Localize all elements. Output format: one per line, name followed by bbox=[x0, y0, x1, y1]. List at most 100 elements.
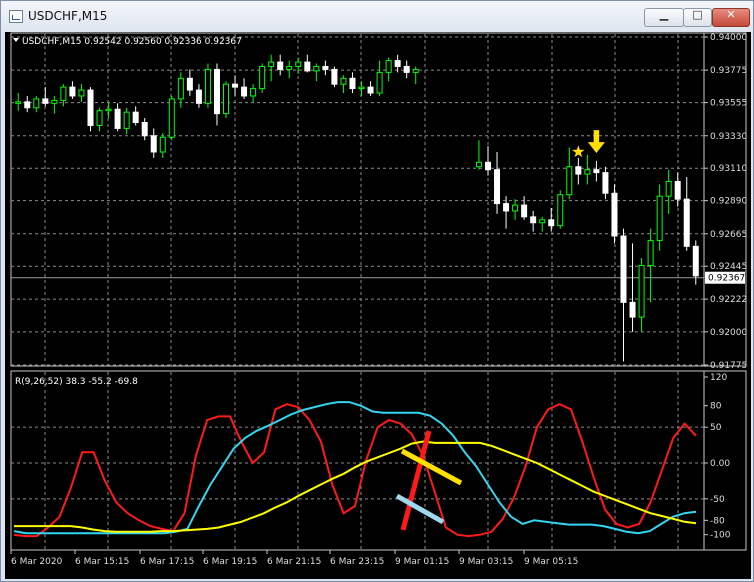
candle-body bbox=[349, 77, 356, 90]
time-tick-label: 9 Mar 03:15 bbox=[459, 557, 513, 567]
chart-canvas[interactable]: 0.94000 0.93775 0.93555 0.93330 0.93110 0.928… bbox=[5, 32, 751, 579]
candle-body bbox=[376, 71, 383, 94]
candle-body bbox=[530, 216, 537, 224]
candle-body bbox=[539, 219, 546, 224]
candle-body bbox=[96, 110, 103, 126]
price-tick-label: 0.93330 bbox=[710, 132, 747, 142]
candle-body bbox=[503, 203, 510, 212]
current-price-label: 0.92367 bbox=[708, 274, 745, 284]
candle-body bbox=[358, 86, 365, 90]
down-arrow-signal-icon bbox=[587, 130, 605, 154]
candle-body bbox=[322, 65, 329, 70]
price-tick-label: 0.92665 bbox=[710, 230, 747, 240]
terminal-window: USDCHF,M15 ▁ □ ✕ 0.94000 0.93775 0.93555 0.… bbox=[0, 0, 754, 582]
price-tick-label: 0.92000 bbox=[710, 328, 747, 338]
price-tick-label: 0.92890 bbox=[710, 197, 747, 207]
candle-body bbox=[629, 301, 636, 318]
candle-body bbox=[304, 61, 311, 72]
candle-body bbox=[186, 77, 193, 91]
chart-area[interactable]: 0.94000 0.93775 0.93555 0.93330 0.93110 0.928… bbox=[5, 32, 751, 579]
osc-tick-label: 120 bbox=[710, 373, 727, 383]
candle-body bbox=[24, 101, 31, 109]
osc-tick-label: 80 bbox=[710, 402, 722, 412]
candle-body bbox=[692, 245, 699, 277]
candle-body bbox=[385, 60, 392, 73]
candle-body bbox=[340, 77, 347, 85]
candle-body bbox=[638, 264, 645, 318]
price-tick-label: 0.92445 bbox=[710, 262, 747, 272]
candle-body bbox=[241, 86, 248, 97]
candle-body bbox=[15, 101, 22, 104]
candle-body bbox=[674, 180, 681, 200]
candle-body bbox=[132, 111, 139, 124]
maximize-icon: □ bbox=[692, 8, 703, 21]
candle-body bbox=[259, 65, 266, 90]
minimize-button[interactable]: ▁ bbox=[644, 8, 684, 27]
candle-body bbox=[584, 169, 591, 175]
candle-body bbox=[367, 86, 374, 94]
candle-body bbox=[394, 60, 401, 67]
time-tick-label: 6 Mar 21:15 bbox=[267, 557, 321, 567]
candle-body bbox=[60, 86, 67, 101]
osc-tick-label: -80 bbox=[710, 516, 725, 526]
maximize-button[interactable]: □ bbox=[683, 8, 712, 27]
grid bbox=[10, 32, 747, 554]
candle-body bbox=[295, 61, 302, 67]
time-tick-label: 6 Mar 17:15 bbox=[140, 557, 194, 567]
price-tick-label: 0.91775 bbox=[710, 361, 747, 371]
title-bar[interactable]: USDCHF,M15 ▁ □ ✕ bbox=[1, 1, 753, 31]
candle-body bbox=[331, 68, 338, 85]
price-tick-label: 0.94000 bbox=[710, 33, 747, 43]
osc-tick-label: 50 bbox=[710, 423, 722, 433]
candle-body bbox=[475, 161, 482, 168]
candle-body bbox=[268, 61, 275, 67]
close-button[interactable]: ✕ bbox=[712, 8, 750, 27]
candle-body bbox=[232, 83, 239, 88]
candle-body bbox=[69, 86, 76, 97]
candle-body bbox=[286, 65, 293, 70]
oscillator-series bbox=[13, 401, 697, 538]
candle-body bbox=[611, 192, 618, 237]
price-tick-label: 0.93775 bbox=[710, 66, 747, 76]
time-tick-label: 6 Mar 19:15 bbox=[203, 557, 257, 567]
candle-body bbox=[277, 61, 284, 70]
time-tick-label: 6 Mar 23:15 bbox=[330, 557, 384, 567]
candle-body bbox=[593, 169, 600, 174]
candle-body bbox=[683, 198, 690, 247]
candle-body bbox=[159, 136, 166, 153]
chart-window-icon bbox=[9, 10, 23, 23]
close-icon: ✕ bbox=[726, 8, 736, 21]
candle-body bbox=[250, 88, 257, 97]
candle-body bbox=[412, 68, 419, 73]
candle-body bbox=[204, 68, 211, 104]
candle-body bbox=[150, 135, 157, 153]
candle-body bbox=[177, 77, 184, 100]
candle-body bbox=[87, 89, 94, 126]
candles bbox=[15, 54, 699, 362]
price-tick-label: 0.92222 bbox=[710, 295, 747, 305]
candle-body bbox=[548, 219, 555, 227]
candle-body bbox=[512, 204, 519, 212]
candle-body bbox=[494, 169, 501, 205]
indicator-header: R(9,26,52) 38.3 -55.2 -69.8 bbox=[15, 377, 138, 387]
yellow-thick-line bbox=[400, 448, 463, 486]
candle-body bbox=[195, 89, 202, 104]
candle-body bbox=[656, 195, 663, 241]
osc-tick-label: 0.00 bbox=[710, 459, 730, 469]
minimize-icon: ▁ bbox=[659, 8, 669, 21]
time-tick-label: 9 Mar 05:15 bbox=[524, 557, 578, 567]
candle-body bbox=[105, 108, 112, 112]
candle-body bbox=[123, 111, 130, 129]
oscillator-line bbox=[13, 403, 697, 538]
osc-tick-label: -50 bbox=[710, 495, 725, 505]
candle-body bbox=[557, 194, 564, 227]
candle-body bbox=[602, 172, 609, 194]
candle-body bbox=[403, 65, 410, 73]
candle-body bbox=[566, 166, 573, 196]
candle-body bbox=[620, 235, 627, 303]
axis-labels: 0.94000 0.93775 0.93555 0.93330 0.93110 0.928… bbox=[11, 33, 747, 567]
star-signal-icon bbox=[572, 145, 585, 158]
price-tick-label: 0.93555 bbox=[710, 99, 747, 109]
candle-body bbox=[33, 98, 40, 109]
chart-menu-icon bbox=[13, 38, 19, 42]
